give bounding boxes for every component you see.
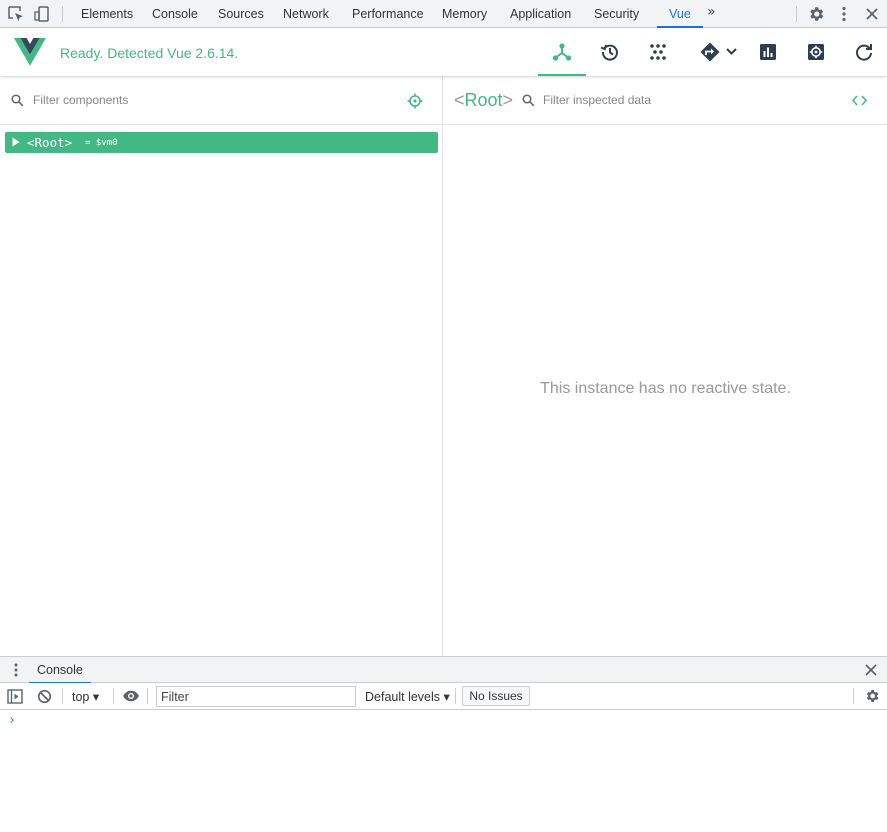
device-toolbar-icon[interactable] [33,5,51,23]
issues-counter-button[interactable]: No Issues [462,686,530,706]
console-toolbar: top ▾ Default levels ▾ No Issues [0,683,887,710]
filter-inspected-data-input[interactable] [543,93,823,107]
console-output[interactable]: › [0,710,887,832]
live-expression-eye-icon[interactable] [122,690,140,702]
code-inspect-icon[interactable] [852,95,867,106]
search-icon [11,94,24,107]
settings-gear-icon[interactable] [807,5,825,23]
tab-elements[interactable]: Elements [81,0,133,28]
inspector-filter-bar: <Root> [444,76,887,125]
tab-sources[interactable]: Sources [218,0,264,28]
tab-performance[interactable]: Performance [352,0,424,28]
components-filter-bar [0,76,442,125]
filter-components-input[interactable] [33,93,363,107]
drawer-menu-icon[interactable] [8,662,24,678]
tab-application[interactable]: Application [510,0,571,28]
console-prompt[interactable]: › [8,713,16,728]
title-bracket-close: > [502,90,514,110]
inspect-element-icon[interactable] [7,5,25,23]
drawer-tab-console[interactable]: Console [29,657,91,684]
tab-separator [796,6,797,22]
toolbar-separator [455,688,456,704]
tab-security[interactable]: Security [594,0,639,28]
tree-node-vm-ref: = $vm0 [85,138,118,148]
toolbar-separator [62,688,63,704]
vue-detected-status: Ready. Detected Vue 2.6.14. [60,45,239,61]
tab-network[interactable]: Network [283,0,329,28]
history-tab-button[interactable] [586,28,634,76]
show-sidebar-icon[interactable] [7,689,23,704]
devtools-tab-bar: Elements Console Sources Network Perform… [0,0,887,28]
log-levels-value: Default levels [365,690,441,704]
kebab-menu-icon[interactable] [835,5,853,23]
tab-memory[interactable]: Memory [442,0,487,28]
components-tab-button[interactable] [538,28,586,76]
performance-tab-button[interactable] [744,28,792,76]
search-icon [522,94,535,107]
context-select[interactable]: top ▾ [72,689,99,704]
events-tab-button[interactable] [686,28,738,76]
more-tabs-icon[interactable]: » [707,4,716,20]
vuex-tab-button[interactable] [634,28,682,76]
close-icon[interactable] [863,5,881,23]
console-settings-gear-icon[interactable] [864,688,880,704]
select-component-target-icon[interactable] [407,93,423,109]
components-pane: <Root> = $vm0 [0,76,443,656]
log-levels-select[interactable]: Default levels ▾ [365,689,450,704]
vue-logo-icon [14,38,46,66]
dropdown-arrow-icon: ▾ [443,690,450,704]
tree-node-root[interactable]: <Root> = $vm0 [5,132,438,153]
vue-devtools-header: Ready. Detected Vue 2.6.14. [0,28,887,76]
toolbar-separator [147,688,148,704]
tab-separator [62,6,63,22]
title-component-name: Root [464,90,503,110]
drawer-tab-bar: Console [0,656,887,684]
toolbar-separator [853,688,854,704]
inspected-component-title: <Root> [454,90,513,111]
inspector-pane: <Root> This instance has no reactive sta… [444,76,887,656]
refresh-button[interactable] [840,28,887,76]
dropdown-arrow-icon: ▾ [92,690,100,704]
console-filter-input[interactable] [156,686,356,707]
title-bracket-open: < [454,90,465,110]
settings-tab-button[interactable] [792,28,840,76]
tree-node-name: <Root> [27,135,73,150]
tab-console[interactable]: Console [152,0,198,28]
tab-vue[interactable]: Vue [657,0,703,28]
close-drawer-icon[interactable] [863,662,879,678]
toolbar-separator [113,688,114,704]
clear-console-icon[interactable] [37,689,52,704]
empty-state-message: This instance has no reactive state. [540,380,791,397]
context-select-value: top [72,690,90,704]
expand-arrow-icon[interactable] [12,137,20,147]
